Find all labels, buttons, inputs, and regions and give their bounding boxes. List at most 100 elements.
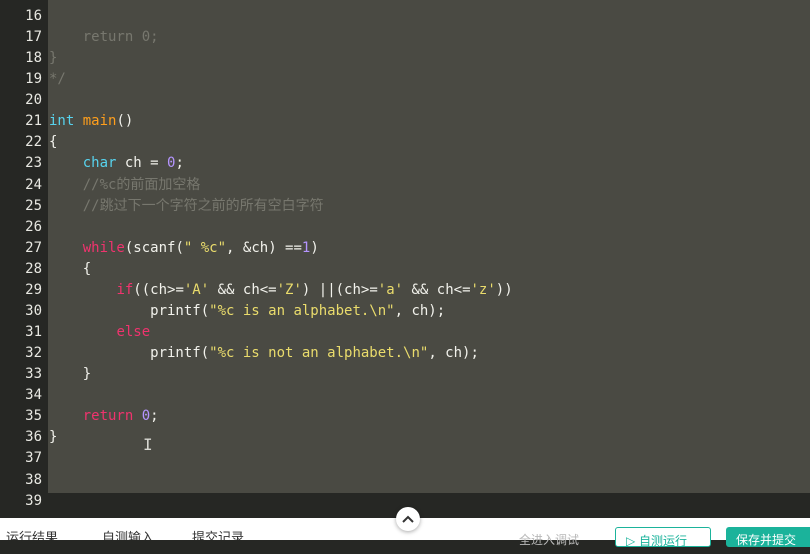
code-line[interactable]: 34 bbox=[0, 385, 810, 406]
line-number: 19 bbox=[25, 71, 42, 88]
tab-submissions[interactable]: 提交记录 bbox=[192, 531, 244, 540]
code-token: 'A' bbox=[183, 281, 210, 298]
code-text[interactable]: { bbox=[49, 259, 91, 280]
chevron-up-icon bbox=[402, 515, 414, 523]
code-text[interactable]: while(scanf(" %c", &ch) ==1) bbox=[49, 238, 319, 259]
line-number: 37 bbox=[25, 450, 42, 467]
line-number: 26 bbox=[25, 218, 42, 235]
code-token: ((ch>= bbox=[133, 281, 184, 298]
code-line[interactable]: 27 while(scanf(" %c", &ch) ==1) bbox=[0, 238, 810, 259]
code-text[interactable]: } bbox=[49, 364, 91, 385]
code-line[interactable]: 21 int main() bbox=[0, 111, 810, 132]
code-token: */ bbox=[49, 71, 66, 88]
code-token: } bbox=[49, 50, 58, 67]
line-number: 38 bbox=[25, 471, 42, 488]
line-number: 17 bbox=[25, 29, 42, 46]
code-token: printf( bbox=[49, 302, 210, 319]
code-token: 'z' bbox=[470, 281, 496, 298]
line-number: 27 bbox=[25, 239, 42, 256]
code-token: ; bbox=[175, 155, 184, 172]
code-line[interactable]: 29 if((ch>='A' && ch<='Z') ||(ch>='a' &&… bbox=[0, 280, 810, 301]
code-line[interactable]: 22 { bbox=[0, 132, 810, 153]
code-line[interactable]: 32 printf("%c is not an alphabet.\n", ch… bbox=[0, 343, 810, 364]
line-number: 21 bbox=[25, 113, 42, 130]
code-token: } bbox=[49, 366, 92, 383]
code-line[interactable]: 33 } bbox=[0, 364, 810, 385]
code-text[interactable]: } bbox=[49, 48, 57, 69]
code-token: 0 bbox=[141, 408, 151, 425]
line-number: 16 bbox=[25, 8, 42, 24]
code-token: 'Z' bbox=[276, 281, 302, 298]
code-token: () bbox=[116, 113, 134, 130]
code-token: ) bbox=[310, 239, 319, 256]
code-line[interactable]: 16 bbox=[0, 6, 810, 27]
line-number: 23 bbox=[25, 155, 42, 172]
code-token: (scanf( bbox=[124, 239, 184, 256]
run-test-button[interactable]: ▷ 自测运行 bbox=[615, 527, 711, 548]
code-text[interactable]: //%c的前面加空格 bbox=[49, 175, 201, 196]
code-token: && ch<= bbox=[209, 281, 277, 298]
tab-run-result[interactable]: 运行结果 bbox=[6, 531, 58, 540]
code-line[interactable]: 19 */ bbox=[0, 69, 810, 90]
code-line[interactable]: 23 char ch = 0; bbox=[0, 153, 810, 174]
code-token: printf( bbox=[49, 345, 210, 362]
code-token: //%c的前面加空格 bbox=[49, 176, 201, 193]
code-token: , &ch) == bbox=[226, 239, 302, 256]
code-text[interactable]: } bbox=[49, 427, 57, 448]
code-token: ) ||(ch>= bbox=[301, 281, 378, 298]
code-token: int bbox=[49, 113, 75, 130]
code-token: ch = bbox=[116, 155, 168, 172]
code-text[interactable]: { bbox=[49, 132, 57, 153]
code-line[interactable]: 20 bbox=[0, 90, 810, 111]
line-number: 33 bbox=[25, 366, 42, 383]
line-number: 30 bbox=[25, 302, 42, 319]
code-line[interactable]: 18} bbox=[0, 48, 810, 69]
code-editor[interactable]: 16 17 return 0; 18} 19 */20 21 int main() 22{23… bbox=[0, 0, 810, 518]
code-token: } bbox=[49, 429, 58, 446]
line-number: 36 bbox=[25, 429, 42, 446]
code-token: if bbox=[116, 281, 134, 298]
code-line[interactable]: 24 //%c的前面加空格 bbox=[0, 175, 810, 196]
code-token: else bbox=[116, 324, 151, 341]
code-text[interactable]: if((ch>='A' && ch<='Z') ||(ch>='a' && ch… bbox=[49, 280, 513, 301]
code-text[interactable]: else bbox=[49, 322, 150, 343]
code-text[interactable]: */ bbox=[49, 69, 66, 90]
code-token: "%c is not an alphabet.\n" bbox=[209, 345, 429, 362]
ibeam-cursor-icon: I bbox=[143, 435, 153, 454]
code-token: return 0; bbox=[49, 29, 159, 46]
code-text[interactable]: int main() bbox=[49, 111, 133, 132]
save-submit-button[interactable]: 保存并提交 bbox=[726, 527, 810, 547]
code-line[interactable]: 35 return 0; bbox=[0, 406, 810, 427]
code-line[interactable]: 30 printf("%c is an alphabet.\n", ch); bbox=[0, 301, 810, 322]
code-token: , ch); bbox=[394, 302, 446, 319]
code-token: return bbox=[82, 408, 134, 425]
code-line[interactable]: 26 bbox=[0, 217, 810, 238]
code-text[interactable]: printf("%c is an alphabet.\n", ch); bbox=[49, 301, 445, 322]
code-text[interactable]: return 0; bbox=[49, 27, 159, 48]
code-line[interactable]: 31 else bbox=[0, 322, 810, 343]
tab-custom-input[interactable]: 自测输入 bbox=[102, 531, 154, 540]
code-token: 'a' bbox=[377, 281, 404, 298]
code-token: )) bbox=[495, 281, 513, 298]
code-token: " %c" bbox=[183, 239, 227, 256]
code-line[interactable]: 25 //跳过下一个字符之前的所有空白字符 bbox=[0, 196, 810, 217]
code-text[interactable]: return 0; bbox=[49, 406, 159, 427]
collapse-panel-button[interactable] bbox=[396, 507, 420, 531]
code-line[interactable]: 36} bbox=[0, 427, 810, 448]
code-text[interactable]: printf("%c is not an alphabet.\n", ch); bbox=[49, 343, 479, 364]
code-text[interactable]: char ch = 0; bbox=[49, 153, 184, 174]
code-token: "%c is an alphabet.\n" bbox=[209, 302, 395, 319]
line-number: 25 bbox=[25, 197, 42, 214]
line-number: 35 bbox=[25, 408, 42, 425]
code-line[interactable]: 17 return 0; bbox=[0, 27, 810, 48]
code-line[interactable]: 37 bbox=[0, 448, 810, 469]
code-text[interactable]: //跳过下一个字符之前的所有空白字符 bbox=[49, 196, 324, 217]
code-token: { bbox=[49, 260, 92, 277]
code-line[interactable]: 28 { bbox=[0, 259, 810, 280]
code-line[interactable]: 38 bbox=[0, 470, 810, 491]
line-number: 29 bbox=[25, 281, 42, 298]
